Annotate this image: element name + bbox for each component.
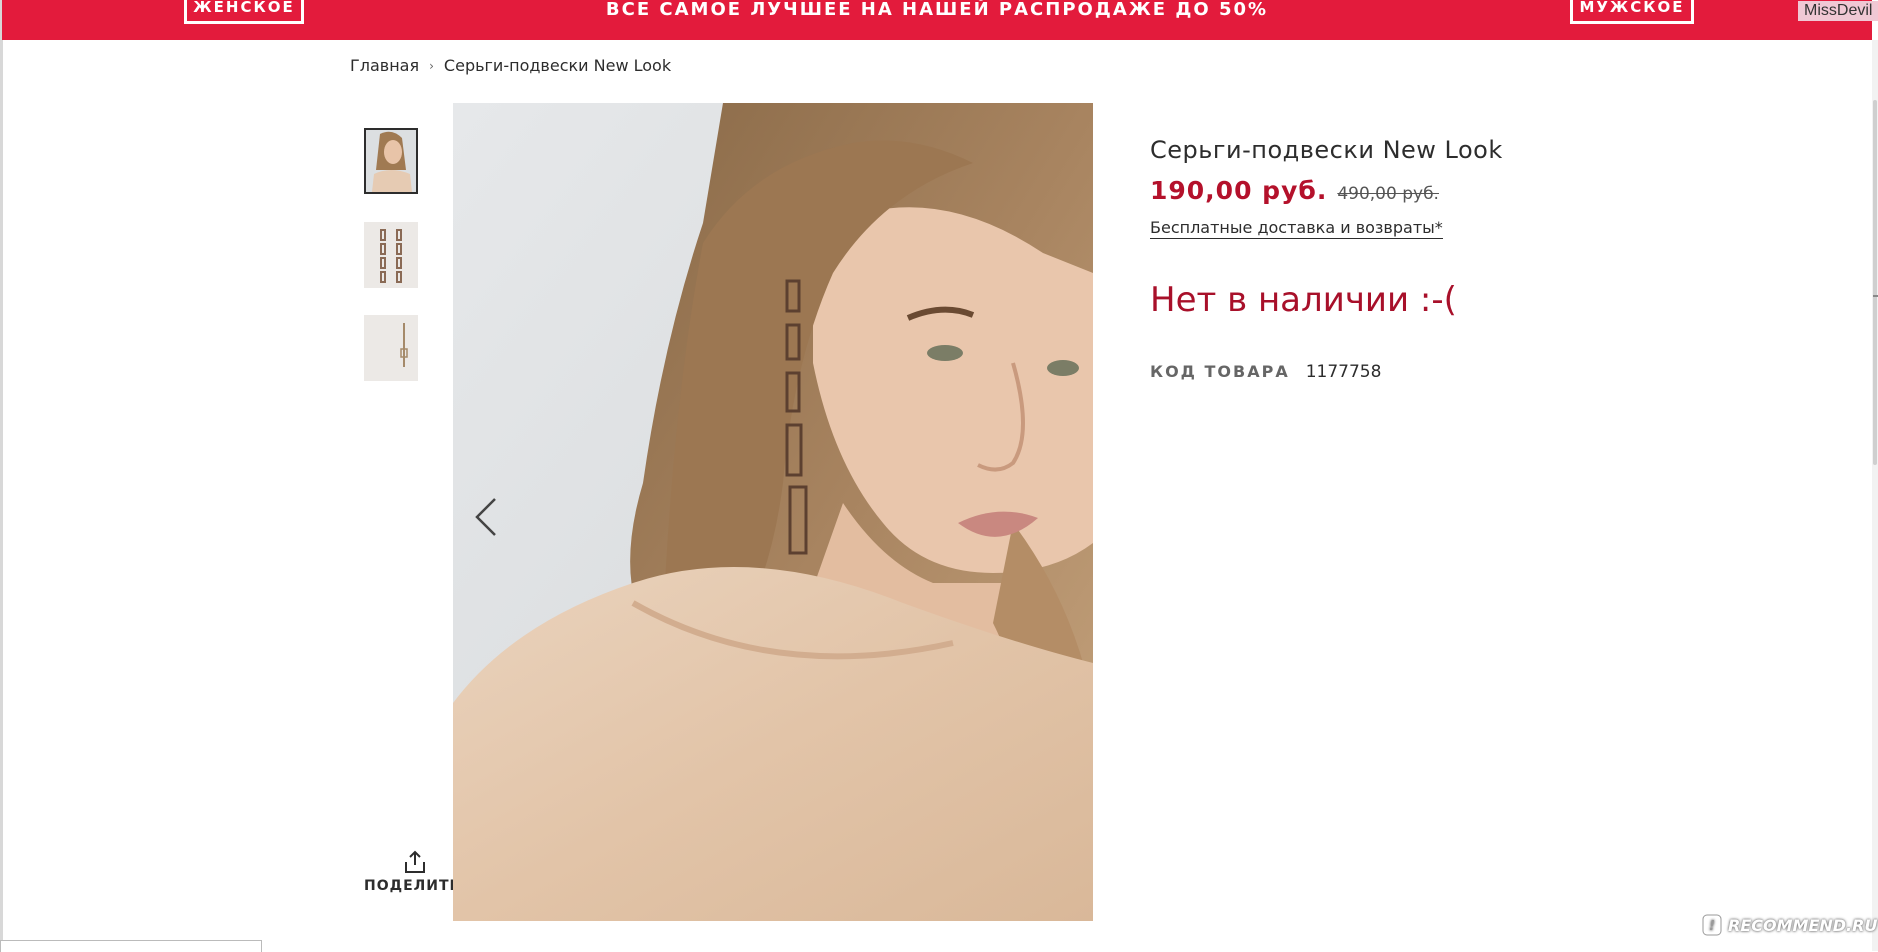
product-main-image[interactable]: [453, 103, 1093, 921]
scrollbar-marker: [1873, 295, 1878, 297]
model-thumbnail-image: [366, 130, 416, 192]
thumbnail-model[interactable]: [364, 128, 418, 194]
product-title: Серьги-подвески New Look: [1150, 136, 1503, 164]
men-button[interactable]: МУЖСКОЕ: [1570, 0, 1694, 24]
chevron-right-icon: ›: [429, 58, 434, 73]
scrollbar[interactable]: [1872, 40, 1878, 951]
user-tag: MissDevil: [1798, 1, 1878, 21]
chevron-left-icon[interactable]: [473, 495, 499, 539]
breadcrumb-current: Серьги-подвески New Look: [443, 56, 672, 75]
breadcrumb-home-link[interactable]: Главная: [350, 56, 419, 75]
thumbnail-earrings[interactable]: [364, 222, 418, 288]
recommend-logo-icon: !: [1702, 914, 1722, 936]
share-button[interactable]: ПОДЕЛИТЬС: [364, 850, 456, 894]
earrings-thumbnail-image: [364, 222, 418, 288]
breadcrumb: Главная › Серьги-подвески New Look: [350, 56, 671, 75]
watermark-text: RECOMMEND.RU: [1728, 915, 1878, 935]
product-code-value: 1177758: [1305, 362, 1382, 382]
promo-banner[interactable]: ВСЕ САМОЕ ЛУЧШЕЕ НА НАШЕЙ РАСПРОДАЖЕ ДО …: [2, 0, 1872, 40]
women-button[interactable]: ЖЕНСКОЕ: [184, 0, 304, 24]
product-code-label: КОД ТОВАРА: [1150, 362, 1290, 381]
stock-status: Нет в наличии :-(: [1150, 280, 1457, 320]
watermark: ! RECOMMEND.RU: [1702, 914, 1877, 936]
product-code: КОД ТОВАРА 1177758: [1150, 362, 1381, 382]
svg-text:!: !: [1709, 919, 1715, 934]
window-edge: [0, 0, 3, 951]
price-old: 490,00 руб.: [1337, 184, 1439, 204]
model-photo: [453, 103, 1093, 921]
thumbnail-earring-detail[interactable]: [364, 315, 418, 381]
earring-detail-thumbnail-image: [364, 315, 418, 381]
share-label: ПОДЕЛИТЬС: [364, 878, 456, 894]
price-row: 190,00 руб. 490,00 руб.: [1150, 176, 1439, 205]
free-delivery-link[interactable]: Бесплатные доставка и возвраты*: [1150, 218, 1443, 239]
scrollbar-thumb[interactable]: [1873, 100, 1877, 465]
browser-status-bar: [0, 940, 262, 952]
share-icon: [405, 850, 425, 873]
price-current: 190,00 руб.: [1150, 176, 1328, 205]
